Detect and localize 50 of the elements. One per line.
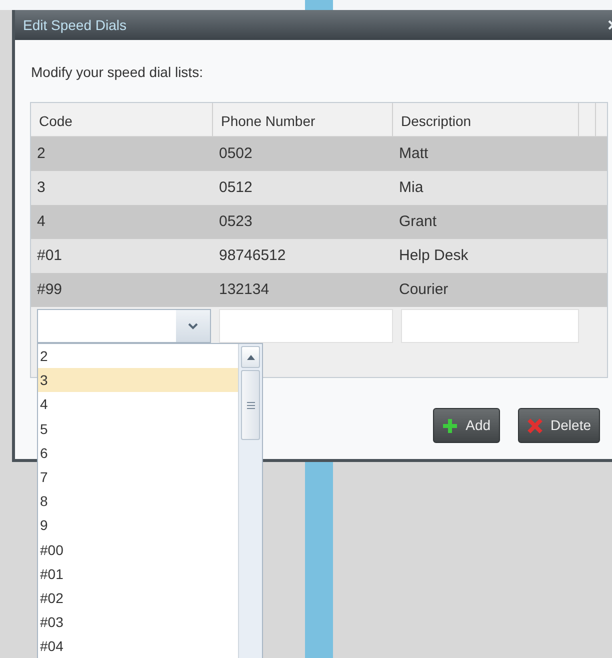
table-cell: Mia (399, 178, 424, 196)
table-cell: #99 (37, 280, 62, 298)
column-header[interactable]: Description (393, 103, 579, 136)
dropdown-option[interactable]: 5 (38, 416, 238, 441)
description-input-field[interactable] (401, 309, 579, 343)
grip-icon (246, 402, 254, 408)
window-title: Edit Speed Dials (23, 16, 127, 35)
table-cell: 0523 (219, 212, 252, 230)
table-row[interactable]: #99 132134 Courier (31, 273, 607, 307)
dropdown-option[interactable]: 2 (38, 344, 238, 368)
scrollbar[interactable] (238, 344, 262, 658)
table-cell: 132134 (219, 280, 270, 298)
table-row[interactable]: 2 0502 Matt (31, 137, 607, 171)
dropdown-option[interactable]: 9 (38, 513, 238, 538)
table-cell: Courier (399, 280, 448, 298)
table-row[interactable]: 4 0523 Grant (31, 205, 607, 239)
table-row[interactable]: #01 98746512 Help Desk (31, 239, 607, 273)
instruction-text: Modify your speed dial lists: (31, 64, 203, 80)
table-cell: Help Desk (399, 246, 468, 264)
dropdown-option[interactable]: #03 (38, 610, 238, 634)
table-cell: 0502 (219, 144, 252, 162)
dropdown-option[interactable]: 3 (38, 368, 238, 392)
dropdown-option[interactable]: 4 (38, 392, 238, 417)
scroll-up-icon[interactable] (246, 354, 254, 360)
column-header[interactable]: Code (31, 103, 213, 136)
column-header[interactable]: Phone Number (213, 103, 393, 136)
delete-button[interactable]: Delete (518, 408, 600, 443)
table-cell: 4 (37, 212, 46, 230)
scroll-thumb[interactable] (241, 370, 260, 440)
table-cell: Grant (399, 212, 437, 230)
code-dropdown[interactable] (37, 309, 211, 343)
dropdown-option[interactable]: #04 (38, 634, 238, 658)
table-cell: Matt (399, 144, 428, 162)
add-button[interactable]: Add (432, 408, 500, 443)
table-cell: 0512 (219, 178, 252, 196)
table-cell: 3 (37, 178, 46, 196)
phone-input-field[interactable] (219, 309, 393, 343)
table-cell: #01 (37, 246, 62, 264)
dropdown-option[interactable]: #00 (38, 538, 238, 562)
x-mark-icon (526, 418, 543, 434)
table-cell: 98746512 (219, 246, 286, 264)
dropdown-option[interactable]: #01 (38, 562, 238, 586)
table-cell: 2 (37, 144, 46, 162)
table-row[interactable]: 3 0512 Mia (31, 171, 607, 205)
dropdown-option[interactable]: 7 (38, 464, 238, 490)
dropdown-option[interactable]: 8 (38, 489, 238, 514)
dropdown-option[interactable]: 6 (38, 440, 238, 465)
dropdown-option[interactable]: #02 (38, 586, 238, 610)
plus-icon (442, 418, 458, 434)
chevron-down-icon (188, 322, 198, 330)
